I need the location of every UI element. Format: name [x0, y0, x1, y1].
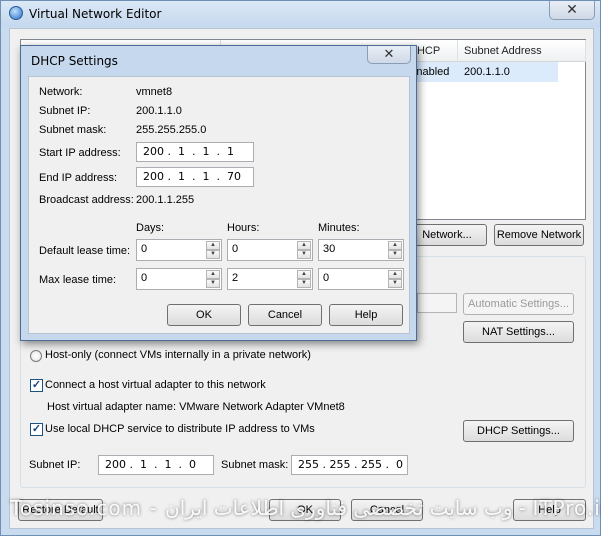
stepper-up-icon[interactable]: ▲ — [206, 270, 220, 279]
dialog-help-button[interactable]: Help — [329, 304, 403, 326]
stepper-down-icon[interactable]: ▼ — [206, 250, 220, 259]
stepper-value: 0 — [141, 243, 148, 255]
adapter-name-text: Host virtual adapter name: VMware Networ… — [47, 401, 345, 413]
dhcp-settings-dialog: DHCP Settings ✕ Network: vmnet8 Subnet I… — [20, 45, 417, 341]
hours-header: Hours: — [227, 222, 260, 234]
watermark: Tosinso.com - وب سایت تخصصی فناوری اطلاع… — [10, 496, 601, 520]
stepper-up-icon[interactable]: ▲ — [206, 241, 220, 250]
remove-network-button[interactable]: Remove Network — [494, 224, 584, 246]
subnet-ip-input[interactable]: 200 . 1 . 1 . 0 — [98, 455, 214, 475]
max-lease-hours-stepper[interactable]: 2 ▲ ▼ — [227, 268, 313, 290]
stepper-value: 0 — [323, 272, 330, 284]
add-network-button[interactable]: Network... — [407, 224, 487, 246]
stepper-value: 0 — [141, 272, 148, 284]
broadcast-label: Broadcast address: — [39, 194, 134, 206]
app-icon — [9, 6, 23, 20]
dialog-ok-button[interactable]: OK — [167, 304, 241, 326]
use-dhcp-label: Use local DHCP service to distribute IP … — [45, 423, 315, 435]
stepper-value: 2 — [232, 272, 239, 284]
default-lease-hours-stepper[interactable]: 0 ▲ ▼ — [227, 239, 313, 261]
dhcp-settings-button[interactable]: DHCP Settings... — [463, 420, 574, 442]
subnet-mask-value: 255.255.255.0 — [136, 124, 207, 136]
subnet-mask-label: Subnet mask: — [39, 124, 107, 136]
dialog-cancel-button[interactable]: Cancel — [248, 304, 322, 326]
host-only-label: Host-only (connect VMs internally in a p… — [45, 349, 311, 361]
use-dhcp-checkbox[interactable]: ✓ — [30, 423, 43, 436]
stepper-value: 0 — [232, 243, 239, 255]
stepper-down-icon[interactable]: ▼ — [206, 279, 220, 288]
dialog-client-area: Network: vmnet8 Subnet IP: 200.1.1.0 Sub… — [28, 76, 410, 334]
connect-adapter-label: Connect a host virtual adapter to this n… — [45, 379, 266, 391]
end-ip-label: End IP address: — [39, 172, 118, 184]
default-lease-minutes-stepper[interactable]: 30 ▲ ▼ — [318, 239, 404, 261]
network-value: vmnet8 — [136, 86, 173, 98]
end-ip-input[interactable]: 200 . 1 . 1 . 70 — [136, 167, 254, 187]
stepper-value: 30 — [323, 243, 336, 255]
stepper-up-icon[interactable]: ▲ — [388, 241, 402, 250]
subnet-mask-input[interactable]: 255 . 255 . 255 . 0 — [291, 455, 408, 475]
start-ip-label: Start IP address: — [39, 147, 121, 159]
row-subnet-cell[interactable]: 200.1.1.0 — [458, 62, 558, 82]
stepper-up-icon[interactable]: ▲ — [297, 270, 311, 279]
minutes-header: Minutes: — [318, 222, 360, 234]
stepper-down-icon[interactable]: ▼ — [297, 250, 311, 259]
default-lease-label: Default lease time: — [39, 245, 131, 257]
close-icon[interactable]: ✕ — [549, 1, 595, 20]
automatic-settings-button[interactable]: Automatic Settings... — [463, 293, 574, 315]
max-lease-label: Max lease time: — [39, 274, 117, 286]
max-lease-minutes-stepper[interactable]: 0 ▲ ▼ — [318, 268, 404, 290]
default-lease-days-stepper[interactable]: 0 ▲ ▼ — [136, 239, 222, 261]
stepper-down-icon[interactable]: ▼ — [388, 250, 402, 259]
column-header-subnet[interactable]: Subnet Address — [458, 40, 586, 62]
subnet-ip-label: Subnet IP: — [29, 459, 81, 471]
dialog-title: DHCP Settings — [31, 54, 118, 68]
max-lease-days-stepper[interactable]: 0 ▲ ▼ — [136, 268, 222, 290]
start-ip-input[interactable]: 200 . 1 . 1 . 1 — [136, 142, 254, 162]
stepper-down-icon[interactable]: ▼ — [297, 279, 311, 288]
subnet-ip-value: 200.1.1.0 — [136, 105, 182, 117]
stepper-up-icon[interactable]: ▲ — [388, 270, 402, 279]
broadcast-value: 200.1.1.255 — [136, 194, 195, 206]
network-label: Network: — [39, 86, 83, 98]
days-header: Days: — [136, 222, 165, 234]
title-bar: Virtual Network Editor ✕ — [1, 1, 600, 27]
stepper-up-icon[interactable]: ▲ — [297, 241, 311, 250]
window-title: Virtual Network Editor — [29, 7, 162, 21]
stepper-down-icon[interactable]: ▼ — [388, 279, 402, 288]
subnet-ip-label: Subnet IP: — [39, 105, 91, 117]
host-only-radio[interactable] — [30, 350, 42, 362]
nat-settings-button[interactable]: NAT Settings... — [463, 321, 574, 343]
dialog-close-icon[interactable]: ✕ — [367, 46, 411, 64]
subnet-mask-label: Subnet mask: — [221, 459, 289, 471]
connect-adapter-checkbox[interactable]: ✓ — [30, 379, 43, 392]
nat-combo — [417, 293, 457, 313]
